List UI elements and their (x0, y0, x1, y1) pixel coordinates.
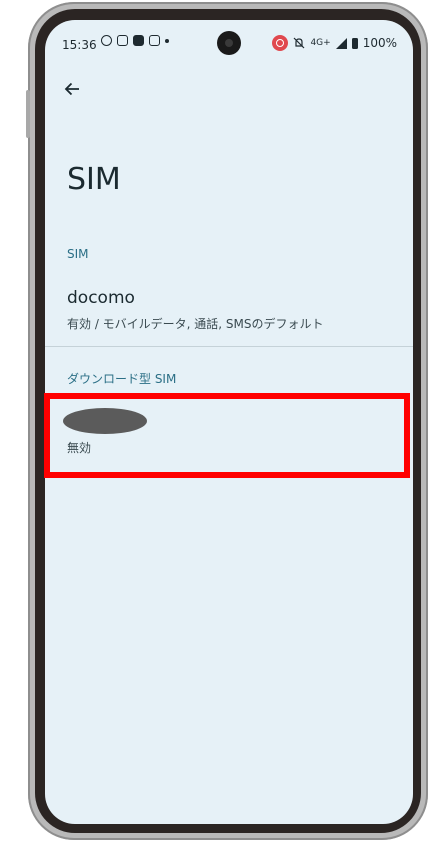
sim-item-subtitle: 有効 / モバイルデータ, 通話, SMSのデフォルト (67, 317, 324, 331)
docomo-d-icon (117, 35, 128, 46)
location-icon (101, 35, 112, 46)
status-icons-left (101, 35, 169, 46)
sim-item-title: docomo (67, 288, 135, 308)
alarm-off-icon (294, 37, 305, 49)
signal-icon (335, 37, 347, 49)
network-type: 4G+ (310, 38, 331, 48)
section-header-esim: ダウンロード型 SIM (67, 372, 177, 386)
section-header-sim: SIM (67, 247, 89, 261)
battery-level: 100% (362, 36, 397, 50)
screen-record-icon (272, 35, 289, 51)
status-icons-right: 4G+ 100% (272, 35, 397, 51)
teams-icon (133, 35, 144, 46)
dot-icon (165, 38, 169, 43)
page-title: SIM (67, 162, 121, 197)
sim-item-docomo[interactable]: docomo 有効 / モバイルデータ, 通話, SMSのデフォルト (45, 278, 413, 340)
battery-icon (351, 37, 358, 49)
highlight-box (44, 393, 410, 478)
back-button[interactable] (59, 76, 85, 102)
docomo-d-icon (149, 35, 160, 46)
arrow-left-icon (64, 82, 79, 96)
front-camera (217, 31, 241, 55)
power-button (26, 120, 30, 138)
status-time: 15:36 (62, 38, 97, 52)
status-bar: 15:36 4G+ 100% (45, 20, 413, 64)
divider (45, 346, 413, 347)
